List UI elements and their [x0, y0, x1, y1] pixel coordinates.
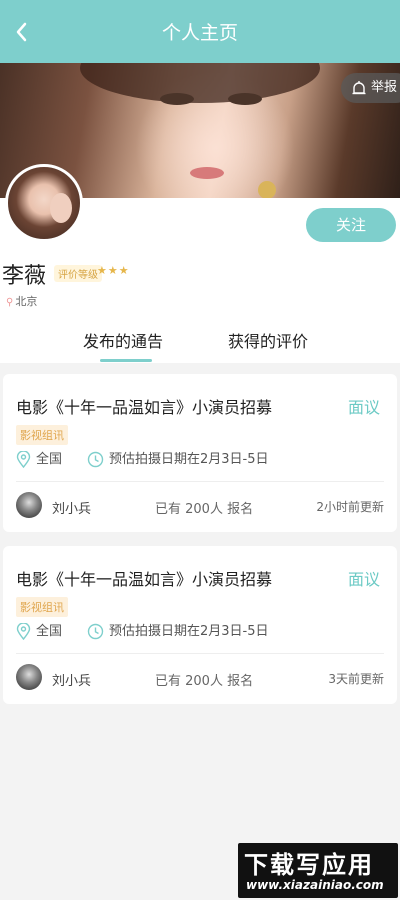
report-button[interactable]: 举报	[341, 73, 400, 103]
tab-posted-notices[interactable]: 发布的通告	[83, 328, 163, 352]
notice-date-text: 预估拍摄日期在2月3日-5日	[109, 624, 269, 639]
notice-date: 预估拍摄日期在2月3日-5日	[87, 622, 269, 642]
notice-card[interactable]: 电影《十年一品温如言》小演员招募 面议 影视组讯 全国 预估拍摄日期在2月3日-…	[3, 546, 397, 704]
notice-date-text: 预估拍摄日期在2月3日-5日	[109, 452, 269, 467]
avatar[interactable]	[5, 164, 83, 242]
top-nav-bar: 个人主页	[0, 0, 400, 63]
divider	[16, 481, 384, 482]
clock-icon	[87, 623, 104, 640]
site-watermark-logo: 下载写应用 www.xiazainiao.com	[238, 843, 398, 898]
rating-label: 评价等级	[54, 265, 102, 282]
publisher-avatar[interactable]	[16, 664, 42, 690]
map-pin-icon	[16, 623, 31, 640]
notice-title: 电影《十年一品温如言》小演员招募	[16, 398, 273, 417]
notice-date: 预估拍摄日期在2月3日-5日	[87, 450, 269, 470]
watermark-url: www.xiazainiao.com	[246, 878, 384, 892]
notice-card[interactable]: 电影《十年一品温如言》小演员招募 面议 影视组讯 全国 预估拍摄日期在2月3日-…	[3, 374, 397, 532]
notice-tag: 影视组讯	[16, 597, 68, 617]
signup-count: 已有 200人 报名	[155, 674, 254, 689]
notice-price: 面议	[347, 398, 380, 417]
rating-stars: ★★★	[97, 264, 130, 277]
publisher-name: 刘小兵	[52, 674, 92, 689]
updated-time: 3天前更新	[328, 672, 384, 686]
map-pin-icon	[16, 451, 31, 468]
signup-count: 已有 200人 报名	[155, 502, 254, 517]
clock-icon	[87, 451, 104, 468]
notice-location: 全国	[16, 622, 62, 642]
follow-button[interactable]: 关注	[306, 208, 396, 242]
profile-location: ⚲ 北京	[6, 293, 37, 309]
notice-tag: 影视组讯	[16, 425, 68, 445]
notice-location-text: 全国	[36, 624, 63, 639]
location-label: 北京	[15, 295, 38, 308]
notice-location: 全国	[16, 450, 62, 470]
notice-title: 电影《十年一品温如言》小演员招募	[16, 570, 273, 589]
search-location-icon: ⚲	[6, 297, 14, 308]
tab-received-reviews[interactable]: 获得的评价	[228, 328, 308, 352]
updated-time: 2小时前更新	[316, 500, 384, 514]
divider	[16, 653, 384, 654]
watermark-title: 下载写应用	[244, 851, 374, 879]
report-label: 举报	[371, 80, 398, 95]
alert-bell-icon	[352, 81, 366, 95]
profile-name: 李薇	[2, 264, 47, 289]
publisher-avatar[interactable]	[16, 492, 42, 518]
page-title: 个人主页	[161, 22, 238, 44]
publisher-name: 刘小兵	[52, 502, 92, 517]
notice-location-text: 全国	[36, 452, 63, 467]
active-tab-indicator	[100, 359, 152, 362]
notice-price: 面议	[347, 570, 380, 589]
